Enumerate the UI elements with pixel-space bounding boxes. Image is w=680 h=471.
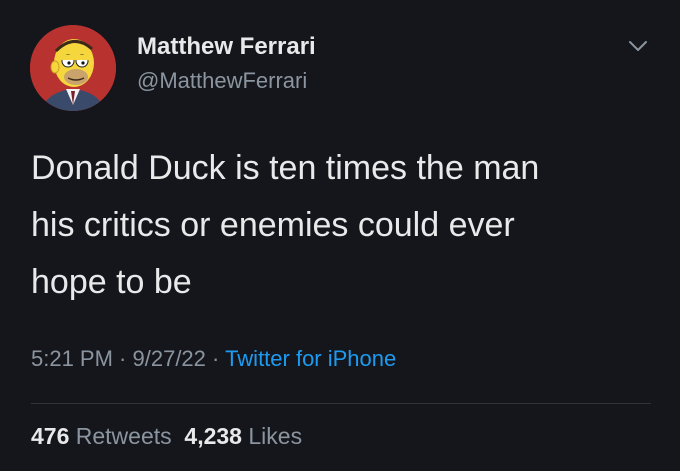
likes-label: Likes	[248, 423, 303, 449]
tweet-line: Donald Duck is ten times the man	[31, 149, 540, 187]
display-name[interactable]: Matthew Ferrari	[137, 33, 316, 61]
avatar[interactable]	[30, 25, 116, 111]
tweet-card: Matthew Ferrari @MatthewFerrari Donald D…	[0, 0, 680, 471]
tweet-line: hope to be	[31, 263, 192, 301]
tweet-stats: 476 Retweets 4,238 Likes	[31, 423, 302, 450]
meta-separator: ·	[205, 346, 226, 371]
avatar-image	[30, 25, 116, 111]
tweet-text: Donald Duck is ten times the man his cri…	[31, 140, 651, 311]
tweet-date[interactable]: 9/27/22	[133, 346, 206, 371]
retweets-stat[interactable]: 476 Retweets	[31, 423, 172, 449]
retweets-count: 476	[31, 423, 70, 449]
tweet-line: his critics or enemies could ever	[31, 206, 515, 244]
tweet-meta: 5:21 PM · 9/27/22 · Twitter for iPhone	[31, 346, 396, 372]
retweets-label: Retweets	[75, 423, 172, 449]
tweet-time[interactable]: 5:21 PM	[31, 346, 113, 371]
likes-stat[interactable]: 4,238 Likes	[184, 423, 302, 449]
chevron-down-icon[interactable]	[624, 36, 652, 56]
likes-count: 4,238	[184, 423, 242, 449]
divider	[31, 403, 651, 404]
meta-separator: ·	[112, 346, 133, 371]
tweet-source-link[interactable]: Twitter for iPhone	[225, 346, 396, 371]
user-handle[interactable]: @MatthewFerrari	[137, 68, 307, 94]
